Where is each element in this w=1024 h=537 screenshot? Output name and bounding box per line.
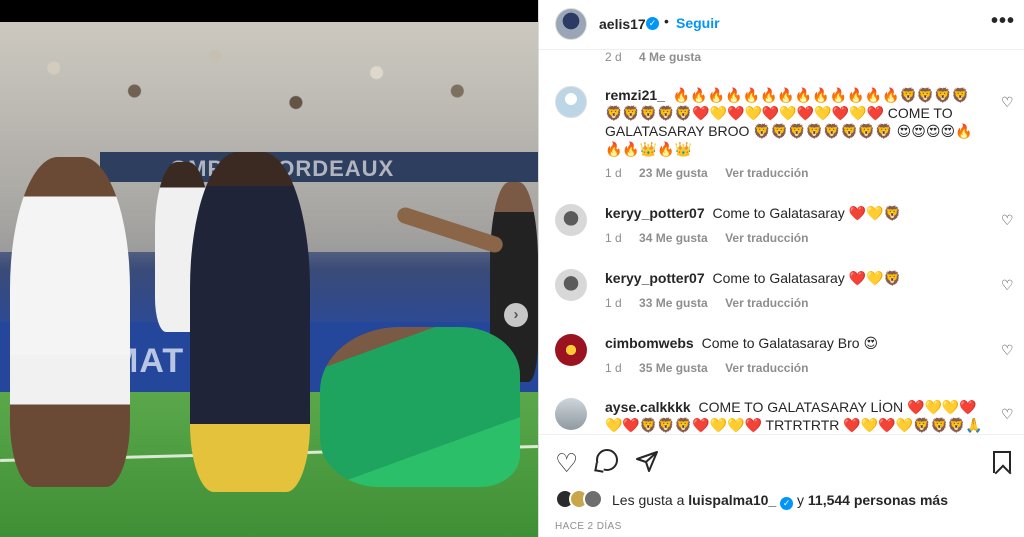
comment-icon[interactable] [596, 449, 618, 471]
comment-heart-icon[interactable]: ♡ [1001, 343, 1015, 357]
comment-time: 1 d [605, 231, 622, 245]
comment-text: Come to Galatasaray ❤️💛🦁 [712, 205, 901, 221]
commenter-username[interactable]: keryy_potter07 [605, 205, 705, 221]
comment-heart-icon[interactable]: ♡ [1001, 407, 1015, 421]
commenter-username[interactable]: remzi21_ [605, 87, 665, 103]
see-translation-link[interactable]: Ver traducción [725, 296, 808, 310]
comment-likes[interactable]: 23 Me gusta [639, 166, 708, 180]
player-navy-kit [190, 152, 310, 492]
commenter-avatar[interactable] [555, 398, 587, 430]
bookmark-icon[interactable] [993, 451, 1011, 473]
comment-body: keryy_potter07 Come to Galatasaray ❤️💛🦁 [605, 204, 985, 222]
post-header: aelis17 ✓ • Seguir ••• [539, 0, 1024, 50]
comment-body: keryy_potter07 Come to Galatasaray ❤️💛🦁 [605, 269, 985, 287]
follow-button[interactable]: Seguir [676, 15, 720, 31]
liker-username[interactable]: luispalma10_ [688, 492, 776, 508]
top-black-bar [0, 0, 538, 22]
comment-meta: 1 d 23 Me gusta Ver traducción [605, 166, 822, 180]
likes-prefix: Les gusta a [612, 492, 685, 508]
commenter-avatar[interactable] [555, 269, 587, 301]
comment-meta: 1 d 34 Me gusta Ver traducción [605, 231, 822, 245]
commenter-username[interactable]: ayse.calkkkk [605, 399, 691, 415]
post-photo[interactable]: OMPTE BORDEAUX MAT IN E › [0, 22, 538, 537]
commenter-avatar[interactable] [555, 334, 587, 366]
see-translation-link[interactable]: Ver traducción [725, 166, 808, 180]
likers-avatars[interactable] [555, 489, 615, 511]
comment-likes[interactable]: 35 Me gusta [639, 361, 708, 375]
comment-heart-icon[interactable]: ♡ [1001, 278, 1015, 292]
comment-body: ayse.calkkkk COME TO GALATASARAY LİON ❤️… [605, 398, 985, 434]
more-options-icon[interactable]: ••• [991, 10, 1015, 33]
heart-icon[interactable]: ♡ [555, 450, 578, 476]
comment-text: Come to Galatasaray Bro 😍 [701, 335, 879, 351]
author-avatar[interactable] [555, 8, 587, 40]
commenter-username[interactable]: cimbomwebs [605, 335, 694, 351]
comment-heart-icon[interactable]: ♡ [1001, 213, 1015, 227]
player-white-kit [10, 157, 130, 487]
commenter-avatar[interactable] [555, 86, 587, 118]
comment-likes[interactable]: 33 Me gusta [639, 296, 708, 310]
share-icon[interactable] [635, 449, 659, 473]
see-translation-link[interactable]: Ver traducción [725, 231, 808, 245]
chevron-right-icon[interactable]: › [504, 303, 528, 327]
post-date[interactable]: HACE 2 DÍAS [555, 521, 622, 532]
verified-badge-icon: ✓ [646, 17, 659, 30]
separator-dot: • [664, 13, 669, 29]
comment-time: 2 d [605, 50, 622, 64]
comment-meta: 1 d 33 Me gusta Ver traducción [605, 296, 822, 310]
comment-likes[interactable]: 4 Me gusta [639, 50, 701, 64]
commenter-avatar[interactable] [555, 204, 587, 236]
comment-time: 1 d [605, 166, 622, 180]
post-side-panel: aelis17 ✓ • Seguir ••• 2 d 4 Me gusta re… [538, 0, 1024, 537]
liker-avatar [583, 489, 603, 509]
likes-middle: y [797, 492, 804, 508]
author-username[interactable]: aelis17 [599, 16, 646, 32]
see-translation-link[interactable]: Ver traducción [725, 361, 808, 375]
comment-body: remzi21_ 🔥🔥🔥🔥🔥🔥🔥🔥🔥🔥🔥🔥🔥🦁🦁🦁🦁🦁🦁🦁🦁🦁❤️💛❤️💛❤️💛… [605, 86, 985, 158]
comment-heart-icon[interactable]: ♡ [1001, 95, 1015, 109]
likes-summary: Les gusta a luispalma10_ ✓ y 11,544 pers… [612, 492, 948, 510]
post-actions-bar: ♡ Les gusta a luispalma10_ ✓ y 11,544 pe… [539, 434, 1024, 537]
likes-count[interactable]: 11,544 personas más [808, 492, 948, 508]
comment-text: Come to Galatasaray ❤️💛🦁 [712, 270, 901, 286]
goalkeeper-green-kit [320, 327, 520, 487]
partial-comment-meta: 2 d 4 Me gusta [605, 50, 701, 64]
comments-list[interactable]: 2 d 4 Me gusta remzi21_ 🔥🔥🔥🔥🔥🔥🔥🔥🔥🔥🔥🔥🔥🦁🦁🦁… [539, 50, 1024, 434]
commenter-username[interactable]: keryy_potter07 [605, 270, 705, 286]
comment-time: 1 d [605, 361, 622, 375]
comment-likes[interactable]: 34 Me gusta [639, 231, 708, 245]
comment-body: cimbomwebs Come to Galatasaray Bro 😍 [605, 334, 985, 352]
comment-time: 1 d [605, 296, 622, 310]
verified-badge-icon: ✓ [780, 497, 794, 510]
comment-meta: 1 d 35 Me gusta Ver traducción [605, 361, 822, 375]
